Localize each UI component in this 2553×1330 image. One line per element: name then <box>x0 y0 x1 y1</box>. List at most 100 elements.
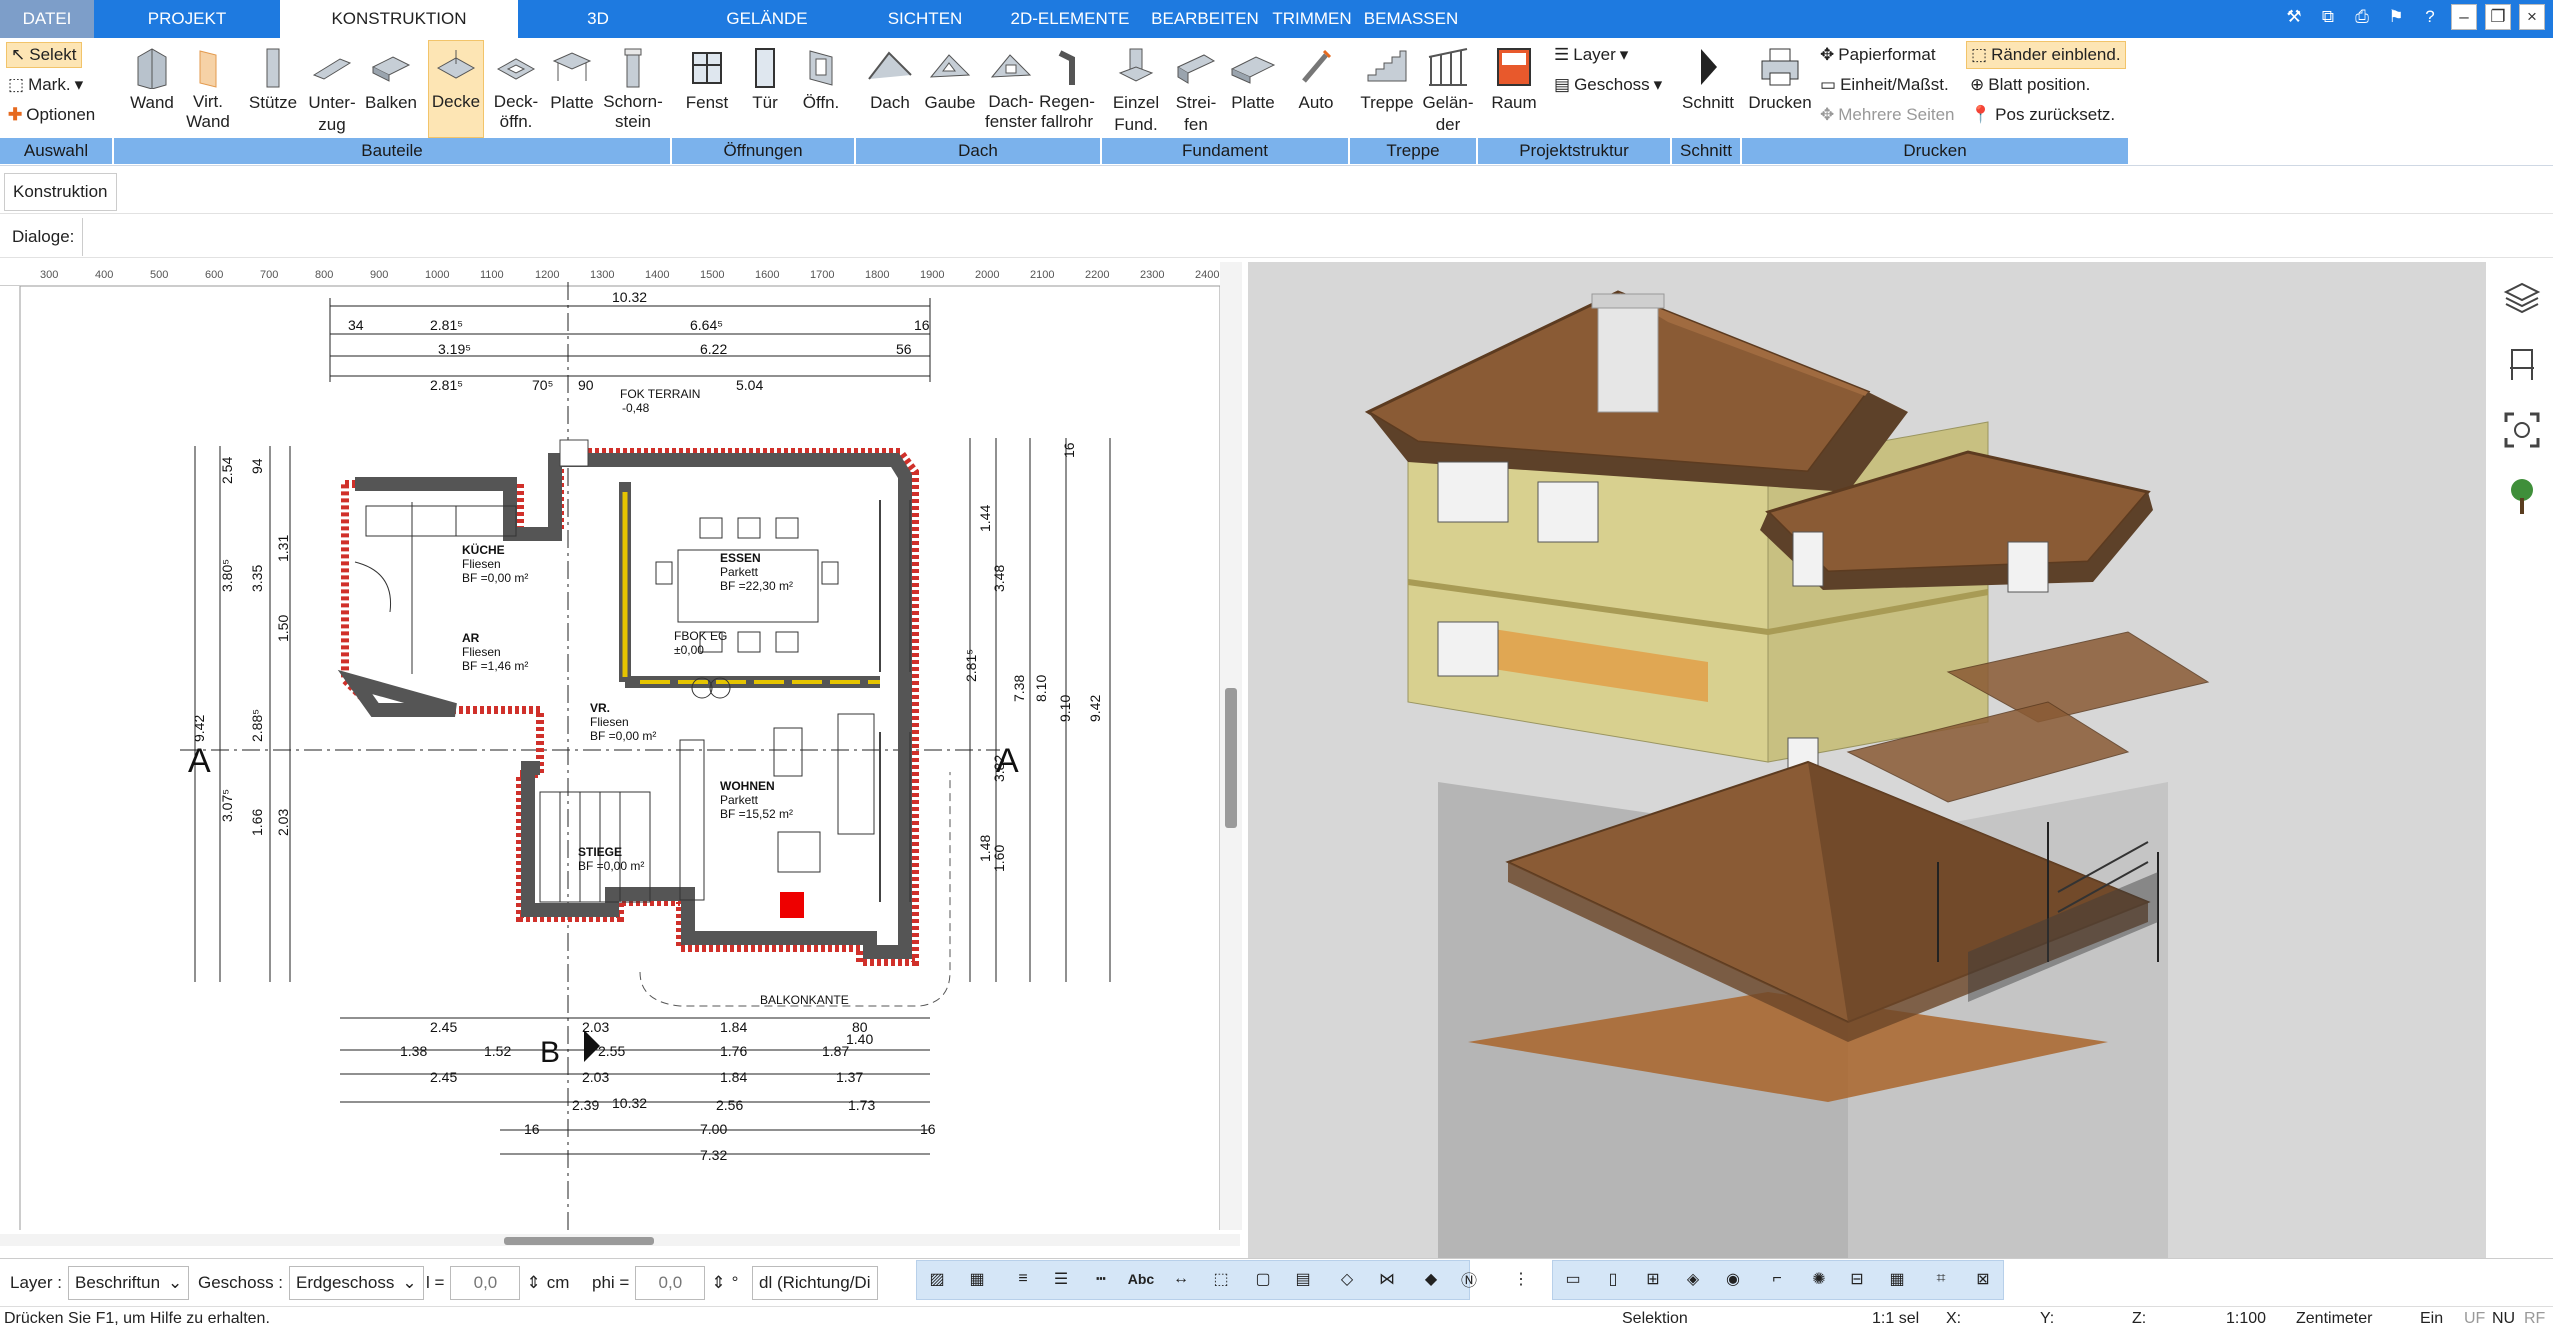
line-style-icon[interactable]: ┅ <box>1084 1262 1118 1296</box>
frame-icon[interactable]: ⬚ <box>1204 1262 1238 1296</box>
chair-icon[interactable] <box>2500 342 2544 386</box>
virt-wand-button[interactable]: Virt. Wand <box>180 42 236 132</box>
tab-sichten[interactable]: SICHTEN <box>856 0 994 38</box>
papierformat-button[interactable]: ✥ Papierformat <box>1820 42 1936 68</box>
tuer-button[interactable]: Tür <box>740 42 790 113</box>
unterzug-button[interactable]: Unter-zug <box>304 42 360 136</box>
selekt-button[interactable]: ↖ Selekt <box>6 42 82 68</box>
dl-select[interactable]: dl (Richtung/Di <box>752 1266 878 1300</box>
plan-vertical-scrollbar[interactable] <box>1220 262 1242 1230</box>
tab-bearbeiten[interactable]: BEARBEITEN <box>1146 0 1264 38</box>
select-rect-icon[interactable]: ▢ <box>1246 1262 1280 1296</box>
print-icon[interactable]: ⎙ <box>2349 4 2375 30</box>
view-table-icon[interactable]: ▦ <box>1880 1262 1914 1296</box>
gelaender-button[interactable]: Gelän-der <box>1418 42 1478 136</box>
3d-view[interactable] <box>1248 262 2486 1258</box>
deckoeffn-button[interactable]: Deck-öffn. <box>488 42 544 132</box>
line-thick-icon[interactable]: ≡ <box>1006 1262 1040 1296</box>
mark-button[interactable]: ⬚ Mark. ▾ <box>8 72 83 98</box>
view-page-icon[interactable]: ▯ <box>1596 1262 1630 1296</box>
konstruktion-panel-tab[interactable]: Konstruktion <box>4 173 117 211</box>
einheit-button[interactable]: ▭ Einheit/Maßst. <box>1820 72 1949 98</box>
phi-input[interactable]: 0,0 <box>635 1266 706 1300</box>
schornstein-button[interactable]: Schorn-stein <box>600 42 666 132</box>
treppe-button[interactable]: Treppe <box>1354 42 1420 113</box>
status-bar: Drücken Sie F1, um Hilfe zu erhalten. Se… <box>0 1306 2553 1330</box>
tab-2d-elemente[interactable]: 2D-ELEMENTE <box>994 0 1146 38</box>
fit-view-icon[interactable] <box>2500 408 2544 452</box>
tab-konstruktion[interactable]: KONSTRUKTION <box>280 0 518 38</box>
layers-icon[interactable] <box>2500 276 2544 320</box>
gaube-button[interactable]: Gaube <box>920 42 980 113</box>
tab-3d[interactable]: 3D <box>518 0 678 38</box>
raender-einblenden-button[interactable]: ⬚ Ränder einblend. <box>1966 41 2126 69</box>
tab-gelaende[interactable]: GELÄNDE <box>678 0 856 38</box>
streifenfundament-button[interactable]: Strei-fen <box>1166 42 1226 136</box>
geschoss-select[interactable]: Erdgeschoss ⌄ <box>289 1266 424 1300</box>
tab-trimmen[interactable]: TRIMMEN <box>1264 0 1360 38</box>
schnitt-button[interactable]: Schnitt <box>1680 42 1736 113</box>
layer-select[interactable]: Beschriftun ⌄ <box>67 1266 190 1300</box>
decke-button[interactable]: Decke <box>428 40 484 138</box>
fenster-button[interactable]: Fenst <box>680 42 734 113</box>
balken-button[interactable]: Balken <box>362 42 420 113</box>
tab-datei[interactable]: DATEI <box>0 0 94 38</box>
dach-button[interactable]: Dach <box>862 42 918 113</box>
view-crop-icon[interactable]: ⌐ <box>1760 1262 1794 1296</box>
view-pin-icon[interactable]: ⌗ <box>1924 1262 1958 1296</box>
auto-button[interactable]: Auto <box>1288 42 1344 113</box>
layout-icon[interactable]: ⧉ <box>2315 4 2341 30</box>
plan-horizontal-scrollbar[interactable] <box>0 1234 1240 1246</box>
layer-snap-icon[interactable]: ◆ <box>1414 1262 1448 1296</box>
spinner-icon[interactable]: ⇕ <box>711 1273 725 1293</box>
spinner-icon[interactable]: ⇕ <box>526 1273 540 1293</box>
help-icon[interactable]: ? <box>2417 4 2443 30</box>
more-icon[interactable]: ⋮ <box>1504 1262 1538 1296</box>
fill-icon[interactable]: ▦ <box>960 1262 994 1296</box>
text-abc-icon[interactable]: Abc <box>1124 1262 1158 1296</box>
flag-icon[interactable]: ⚑ <box>2383 4 2409 30</box>
geschoss-dropdown[interactable]: ▤ Geschoss ▾ <box>1554 72 1662 98</box>
tab-bemassen[interactable]: BEMASSEN <box>1360 0 1462 38</box>
regenfallrohr-button[interactable]: Regen-fallrohr <box>1036 42 1098 132</box>
wand-button[interactable]: Wand <box>124 42 180 113</box>
dim-top-8: 5.04 <box>736 377 763 393</box>
view-render-icon[interactable]: ◉ <box>1716 1262 1750 1296</box>
line-dash-icon[interactable]: ☰ <box>1044 1262 1078 1296</box>
dachfenster-button[interactable]: Dach-fenster <box>980 42 1042 132</box>
tree-icon[interactable] <box>2500 474 2544 518</box>
view-grid-icon[interactable]: ⊟ <box>1840 1262 1874 1296</box>
drucken-button[interactable]: Drucken <box>1744 42 1816 113</box>
grid-icon[interactable]: ⋈ <box>1370 1262 1404 1296</box>
view-close-icon[interactable]: ⊠ <box>1966 1262 2000 1296</box>
scrollbar-thumb[interactable] <box>1225 688 1237 828</box>
minimize-button[interactable]: – <box>2451 4 2477 30</box>
north-icon[interactable]: Ⓝ <box>1452 1262 1486 1296</box>
fundamentplatte-button[interactable]: Platte <box>1226 42 1280 113</box>
view-3d-icon[interactable]: ◈ <box>1676 1262 1710 1296</box>
snap-icon[interactable]: ◇ <box>1330 1262 1364 1296</box>
tab-projekt[interactable]: PROJEKT <box>94 0 280 38</box>
view-2d-icon[interactable]: ▭ <box>1556 1262 1590 1296</box>
floor-plan-view[interactable]: 300 400 500 600 700 800 900 1000 1100 1200 1300 140… <box>0 262 1220 1230</box>
tools-icon[interactable]: ⚒ <box>2281 4 2307 30</box>
optionen-button[interactable]: ✚ Optionen <box>8 102 95 128</box>
color-icon[interactable]: ▤ <box>1286 1262 1320 1296</box>
scrollbar-thumb[interactable] <box>504 1237 654 1245</box>
restore-button[interactable]: ❐ <box>2485 4 2511 30</box>
blatt-position-button[interactable]: ⊕ Blatt position. <box>1970 72 2090 98</box>
view-split-icon[interactable]: ⊞ <box>1636 1262 1670 1296</box>
dimension-icon[interactable]: ↔ <box>1164 1262 1198 1296</box>
raum-button[interactable]: Raum <box>1486 42 1542 113</box>
platte-button[interactable]: Platte <box>546 42 598 113</box>
stuetze-button[interactable]: Stütze <box>244 42 302 113</box>
length-input[interactable]: 0,0 <box>450 1266 521 1300</box>
einzelfundament-button[interactable]: Einzel Fund. <box>1108 42 1164 136</box>
pos-zuruecksetzen-button[interactable]: 📍 Pos zurücksetz. <box>1970 102 2115 128</box>
hatch-icon[interactable]: ▨ <box>920 1262 954 1296</box>
oeffnung-button[interactable]: Öffn. <box>796 42 846 113</box>
mehrere-seiten-button[interactable]: ✥ Mehrere Seiten <box>1820 102 1954 128</box>
close-button[interactable]: × <box>2519 4 2545 30</box>
layer-dropdown[interactable]: ☰ Layer ▾ <box>1554 42 1628 68</box>
view-sun-icon[interactable]: ✺ <box>1802 1262 1836 1296</box>
